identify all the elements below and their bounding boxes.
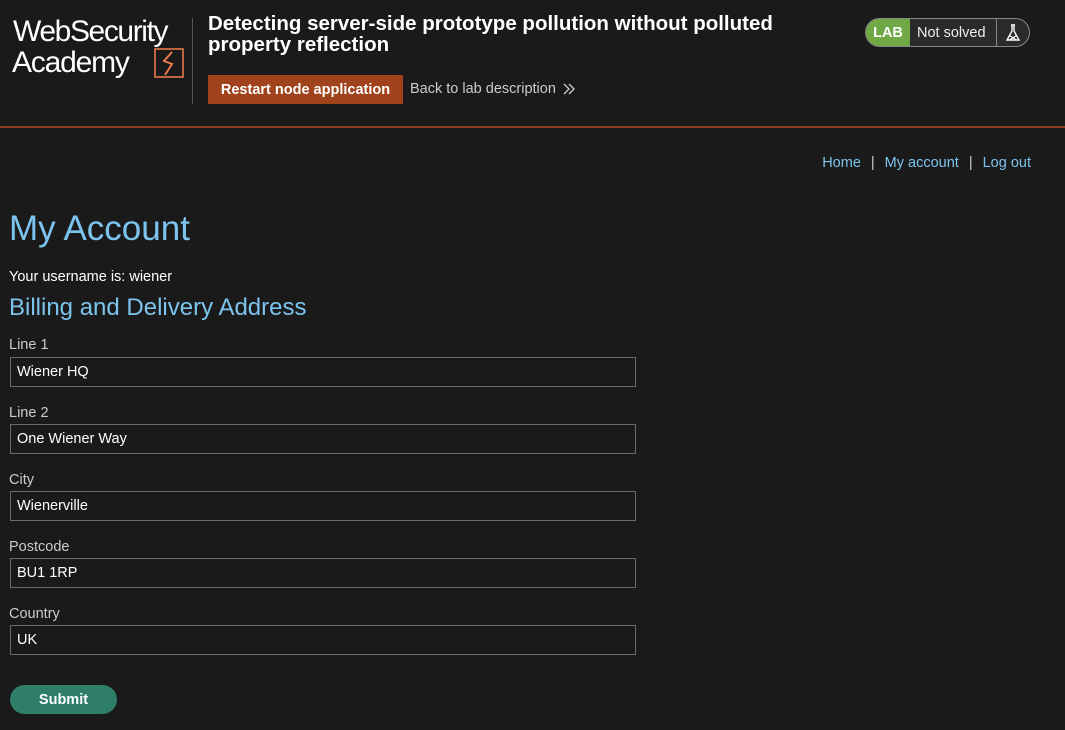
city-input[interactable]: [10, 491, 636, 521]
restart-node-button[interactable]: Restart node application: [208, 75, 403, 104]
city-label: City: [9, 472, 34, 488]
lab-status-widget: LAB Not solved: [865, 18, 1030, 47]
flask-icon: [997, 19, 1029, 46]
account-nav: Home | My account | Log out: [822, 155, 1031, 171]
nav-log-out-link[interactable]: Log out: [983, 155, 1031, 171]
nav-separator: |: [870, 155, 875, 171]
back-to-lab-description-link[interactable]: Back to lab description: [410, 81, 576, 97]
nav-my-account-link[interactable]: My account: [885, 155, 959, 171]
lab-status-text: Not solved: [910, 19, 997, 46]
lab-title: Detecting server-side prototype pollutio…: [208, 12, 773, 56]
postcode-label: Postcode: [9, 539, 70, 555]
header-divider: [192, 18, 193, 104]
double-chevron-right-icon: [563, 83, 575, 95]
nav-separator: |: [968, 155, 973, 171]
line2-input[interactable]: [10, 424, 636, 454]
line2-label: Line 2: [9, 405, 49, 421]
line1-input[interactable]: [10, 357, 636, 387]
postcode-input[interactable]: [10, 558, 636, 588]
nav-home-link[interactable]: Home: [822, 155, 861, 171]
submit-button[interactable]: Submit: [10, 685, 117, 714]
billing-section-title: Billing and Delivery Address: [9, 294, 307, 321]
lab-badge: LAB: [866, 19, 910, 46]
line1-label: Line 1: [9, 337, 49, 353]
lightning-bolt-icon: [154, 48, 184, 78]
country-label: Country: [9, 606, 60, 622]
logo-text-line2: Academy: [12, 46, 130, 79]
web-security-academy-logo[interactable]: WebSecurity Academy: [11, 16, 191, 82]
page-title: My Account: [9, 209, 190, 248]
lab-header: WebSecurity Academy Detecting server-sid…: [0, 0, 1065, 128]
back-link-label: Back to lab description: [410, 81, 556, 97]
country-input[interactable]: [10, 625, 636, 655]
username-text: Your username is: wiener: [9, 269, 173, 285]
logo-text-line1: WebSecurity: [13, 15, 169, 48]
